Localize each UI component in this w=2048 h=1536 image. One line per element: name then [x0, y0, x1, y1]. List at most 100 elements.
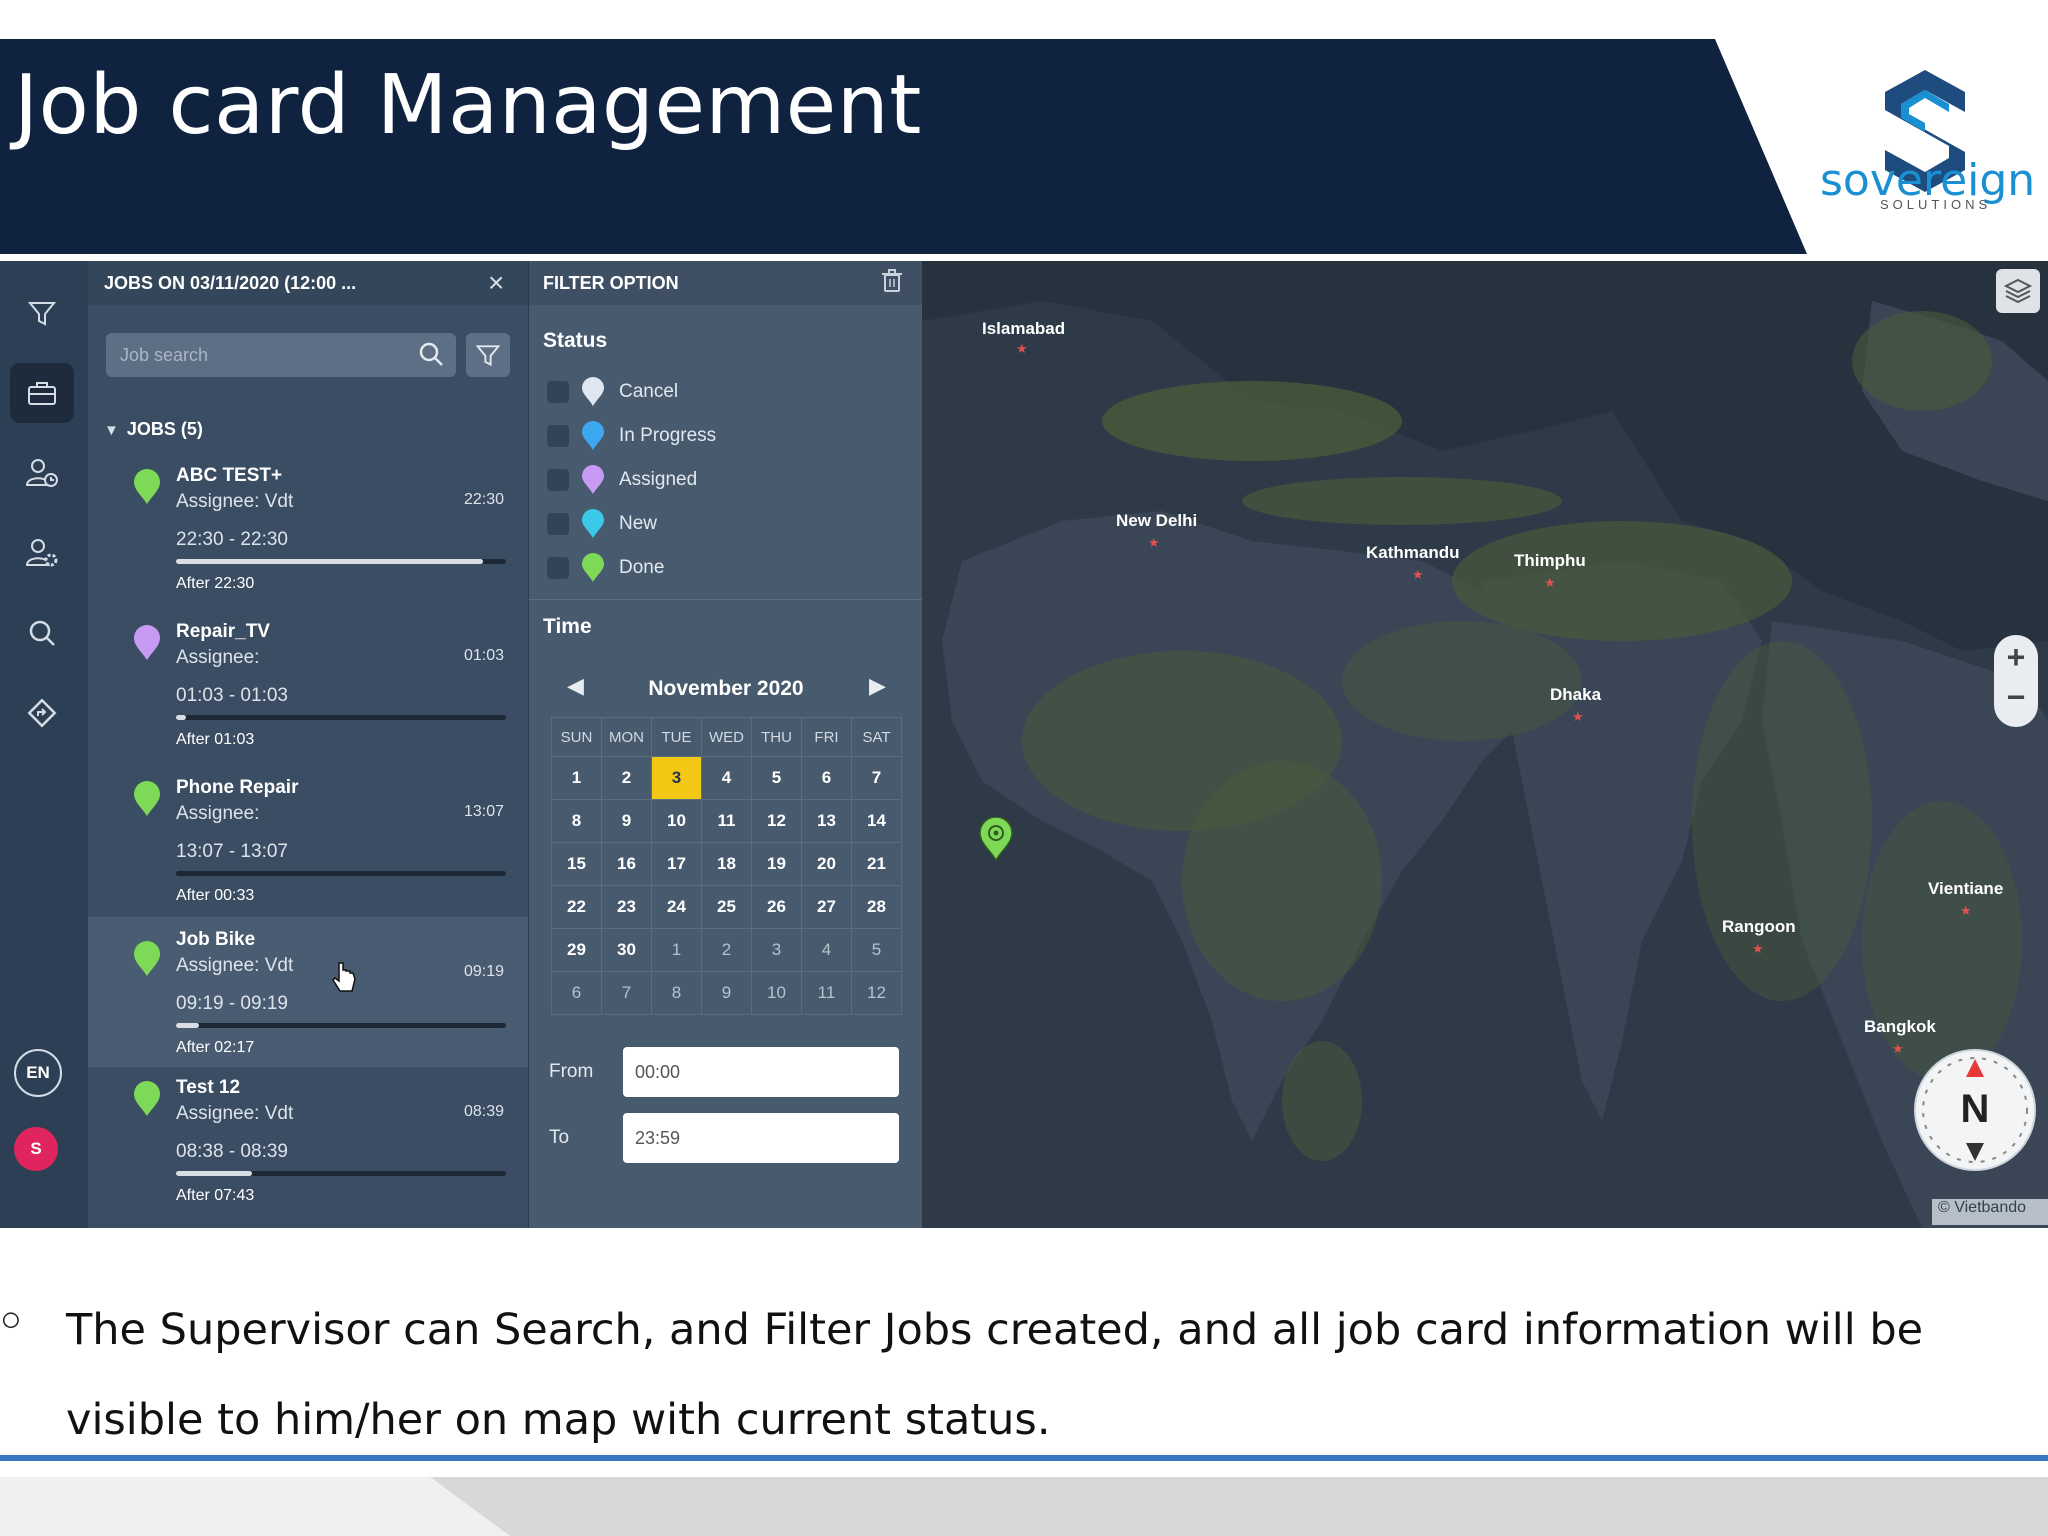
compass-widget[interactable]: N — [1914, 1049, 2036, 1171]
calendar-day[interactable]: 11 — [701, 799, 752, 843]
job-item[interactable]: Job Bike Assignee: Vdt 09:19 09:19 - 09:… — [88, 917, 528, 1067]
next-month-arrow-icon[interactable]: ▶ — [869, 673, 886, 699]
calendar-day[interactable]: 17 — [651, 842, 702, 886]
job-item[interactable]: ABC TEST+ Assignee: Vdt 22:30 22:30 - 22… — [88, 461, 528, 617]
calendar-day[interactable]: 2 — [601, 756, 652, 800]
job-location-pin-icon[interactable] — [978, 817, 1014, 861]
filter-panel-header: FILTER OPTION — [529, 261, 923, 305]
route-nav-button[interactable] — [10, 683, 74, 743]
status-checkbox[interactable] — [547, 557, 569, 579]
job-search-input[interactable]: Job search — [106, 333, 456, 377]
calendar-day-next-month[interactable]: 7 — [601, 971, 652, 1015]
trash-icon[interactable] — [881, 269, 903, 293]
jobs-group-toggle[interactable]: ▼ JOBS (5) — [104, 419, 203, 440]
calendar-day[interactable]: 13 — [801, 799, 852, 843]
job-item[interactable]: Phone Repair Assignee: 13:07 13:07 - 13:… — [88, 773, 528, 929]
calendar-day[interactable]: 22 — [551, 885, 602, 929]
job-assignee: Assignee: Vdt — [176, 491, 294, 512]
status-checkbox[interactable] — [547, 381, 569, 403]
calendar-day[interactable]: 30 — [601, 928, 652, 972]
user-settings-icon — [25, 539, 58, 567]
calendar-day[interactable]: 26 — [751, 885, 802, 929]
weekday-header: MON — [601, 717, 652, 757]
calendar-day[interactable]: 15 — [551, 842, 602, 886]
job-progress-bar — [176, 1171, 506, 1176]
calendar-day-next-month[interactable]: 1 — [651, 928, 702, 972]
job-name: Job Bike — [176, 929, 256, 950]
from-time-input[interactable]: 00:00 — [623, 1047, 899, 1097]
calendar-day-next-month[interactable]: 9 — [701, 971, 752, 1015]
search-icon — [29, 620, 55, 646]
weekday-header: SUN — [551, 717, 602, 757]
calendar-day[interactable]: 9 — [601, 799, 652, 843]
status-label: Cancel — [619, 381, 679, 402]
staff-settings-nav-button[interactable] — [10, 523, 74, 583]
zoom-out-button[interactable]: − — [1994, 679, 2038, 716]
language-button[interactable]: EN — [14, 1049, 62, 1097]
map-view[interactable]: Islamabad ★ New Delhi ★ Kathmandu ★ Thim… — [922, 261, 2048, 1228]
calendar-day[interactable]: 4 — [701, 756, 752, 800]
calendar-grid: SUN MON TUE WED THU FRI SAT 1 2 3 4 5 6 — [551, 717, 902, 1015]
calendar-day[interactable]: 25 — [701, 885, 752, 929]
calendar-day[interactable]: 24 — [651, 885, 702, 929]
status-checkbox[interactable] — [547, 469, 569, 491]
calendar-day-next-month[interactable]: 4 — [801, 928, 852, 972]
calendar-day-next-month[interactable]: 3 — [751, 928, 802, 972]
status-label: New — [619, 513, 658, 534]
calendar-day[interactable]: 16 — [601, 842, 652, 886]
calendar-day-next-month[interactable]: 6 — [551, 971, 602, 1015]
chevron-down-icon: ▼ — [104, 422, 119, 439]
calendar-day-next-month[interactable]: 8 — [651, 971, 702, 1015]
calendar-day[interactable]: 12 — [751, 799, 802, 843]
layers-button[interactable] — [1996, 269, 2040, 313]
calendar-day[interactable]: 6 — [801, 756, 852, 800]
calendar-day[interactable]: 1 — [551, 756, 602, 800]
jobs-panel-title: JOBS ON 03/11/2020 (12:00 ... — [104, 273, 357, 293]
city-label: Bangkok — [1864, 1017, 1936, 1036]
job-name: Test 12 — [176, 1077, 241, 1098]
weekday-header: TUE — [651, 717, 702, 757]
calendar-day-selected[interactable]: 3 — [651, 756, 702, 800]
status-checkbox[interactable] — [547, 425, 569, 447]
city-marker-icon: ★ — [1752, 941, 1764, 956]
calendar-day[interactable]: 8 — [551, 799, 602, 843]
calendar-day-next-month[interactable]: 12 — [851, 971, 902, 1015]
calendar-day[interactable]: 27 — [801, 885, 852, 929]
calendar-day[interactable]: 29 — [551, 928, 602, 972]
zoom-in-button[interactable]: + — [1994, 639, 2038, 676]
search-icon[interactable] — [418, 341, 444, 367]
job-time: 01:03 — [464, 647, 505, 664]
calendar-day[interactable]: 21 — [851, 842, 902, 886]
job-filter-button[interactable] — [466, 333, 510, 377]
calendar-day-next-month[interactable]: 2 — [701, 928, 752, 972]
staff-schedule-nav-button[interactable] — [10, 443, 74, 503]
job-progress-bar — [176, 715, 506, 720]
user-avatar[interactable]: S — [14, 1127, 58, 1171]
calendar-day[interactable]: 7 — [851, 756, 902, 800]
status-checkbox[interactable] — [547, 513, 569, 535]
calendar-day[interactable]: 19 — [751, 842, 802, 886]
filter-nav-button[interactable] — [10, 283, 74, 343]
briefcase-icon — [28, 382, 56, 405]
jobs-nav-button[interactable] — [10, 363, 74, 423]
job-progress-fill — [176, 559, 483, 564]
user-clock-icon — [25, 459, 58, 487]
calendar-day[interactable]: 20 — [801, 842, 852, 886]
city-marker-icon: ★ — [1544, 575, 1556, 590]
calendar-day-next-month[interactable]: 5 — [851, 928, 902, 972]
calendar-day[interactable]: 10 — [651, 799, 702, 843]
calendar-day[interactable]: 28 — [851, 885, 902, 929]
close-icon[interactable]: × — [488, 267, 504, 299]
calendar-day[interactable]: 5 — [751, 756, 802, 800]
to-time-input[interactable]: 23:59 — [623, 1113, 899, 1163]
calendar-day-next-month[interactable]: 10 — [751, 971, 802, 1015]
search-nav-button[interactable] — [10, 603, 74, 663]
calendar-day[interactable]: 14 — [851, 799, 902, 843]
calendar-day-next-month[interactable]: 11 — [801, 971, 852, 1015]
calendar-day[interactable]: 23 — [601, 885, 652, 929]
calendar-day[interactable]: 18 — [701, 842, 752, 886]
job-assignee: Assignee: — [176, 647, 260, 668]
weekday-header: FRI — [801, 717, 852, 757]
job-item[interactable]: Test 12 Assignee: Vdt 08:39 08:38 - 08:3… — [88, 1073, 528, 1228]
job-item[interactable]: Repair_TV Assignee: 01:03 01:03 - 01:03 … — [88, 617, 528, 773]
